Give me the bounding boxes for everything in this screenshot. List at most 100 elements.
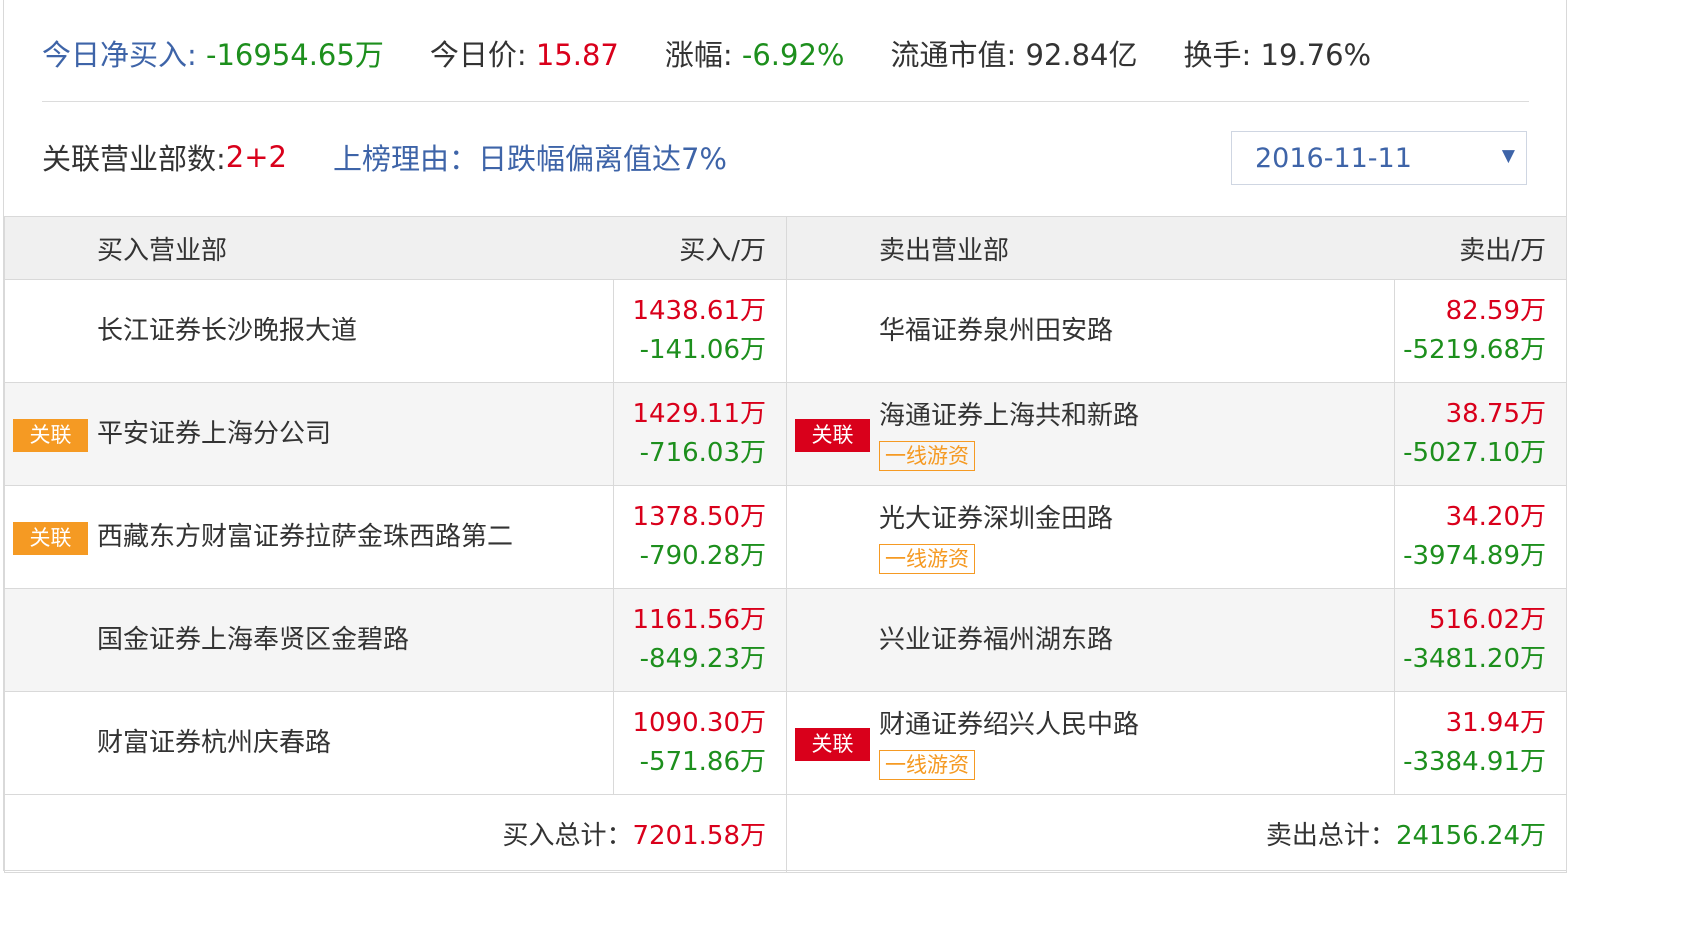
sell-amount-cell: 516.02万 -3481.20万 xyxy=(1394,588,1567,692)
buy-branch-cell: 国金证券上海奉贤区金碧路 xyxy=(4,588,614,692)
stats-bar: 今日净买入: -16954.65万 今日价: 15.87 涨幅: -6.92% … xyxy=(42,30,1417,76)
buy-total: 买入总计：7201.58万 xyxy=(4,794,787,873)
meta-bar: 关联营业部数: 2+2 上榜理由：日跌幅偏离值达7% xyxy=(42,134,727,180)
buy-total-label: 买入总计： xyxy=(502,821,633,851)
sell-out-value: -5219.68万 xyxy=(1403,335,1546,365)
buy-total-value: 7201.58万 xyxy=(632,821,766,851)
sell-branch-header: 卖出营业部 xyxy=(786,216,1395,280)
sell-branch-cell: 兴业证券福州湖东路 xyxy=(786,588,1395,692)
buy-branch-name[interactable]: 国金证券上海奉贤区金碧路 xyxy=(97,621,613,659)
table-row: 国金证券上海奉贤区金碧路 1161.56万 -849.23万 兴业证券福州湖东路 516… xyxy=(4,588,1567,692)
net-buy-stat: 今日净买入: -16954.65万 xyxy=(42,32,384,74)
chevron-down-icon: ▼ xyxy=(1501,146,1515,166)
buy-branch-cell: 财富证券杭州庆春路 xyxy=(4,691,614,795)
sell-out-value: -3384.91万 xyxy=(1403,747,1546,777)
branches-value: 2+2 xyxy=(225,140,287,174)
sell-in-value: 82.59万 xyxy=(1445,296,1546,326)
hot-money-tag: 一线游资 xyxy=(879,544,975,574)
hot-money-tag: 一线游资 xyxy=(879,750,975,780)
market-cap-label: 流通市值: xyxy=(890,38,1026,72)
table-row: 长江证券长沙晚报大道 1438.61万 -141.06万 华福证券泉州田安路 82.59… xyxy=(4,279,1567,383)
buy-out-value: -849.23万 xyxy=(639,644,766,674)
related-badge: 关联 xyxy=(795,728,870,761)
buy-in-value: 1378.50万 xyxy=(632,502,766,532)
sell-amount-header: 卖出/万 xyxy=(1394,216,1567,280)
sell-in-value: 516.02万 xyxy=(1429,605,1546,635)
buy-amount-cell: 1378.50万 -790.28万 xyxy=(613,485,787,589)
change-stat: 涨幅: -6.92% xyxy=(665,32,845,74)
net-buy-value: -16954.65万 xyxy=(206,38,384,72)
sell-out-value: -5027.10万 xyxy=(1403,438,1546,468)
header-divider xyxy=(42,101,1529,102)
buy-branch-name[interactable]: 长江证券长沙晚报大道 xyxy=(97,312,613,350)
price-label: 今日价: xyxy=(429,38,536,72)
buy-branch-name[interactable]: 财富证券杭州庆春路 xyxy=(97,724,613,762)
table-header-row: 买入营业部 买入/万 卖出营业部 卖出/万 xyxy=(4,216,1567,280)
sell-branch-name[interactable]: 华福证券泉州田安路 xyxy=(879,312,1394,350)
dragon-tiger-panel: 今日净买入: -16954.65万 今日价: 15.87 涨幅: -6.92% … xyxy=(3,0,1567,873)
buy-out-value: -790.28万 xyxy=(639,541,766,571)
sell-amount-cell: 34.20万 -3974.89万 xyxy=(1394,485,1567,589)
buy-amount-cell: 1429.11万 -716.03万 xyxy=(613,382,787,486)
buy-amount-cell: 1090.30万 -571.86万 xyxy=(613,691,787,795)
turnover-label: 换手: xyxy=(1183,38,1261,72)
buy-amount-header: 买入/万 xyxy=(613,216,787,280)
sell-branch-cell: 光大证券深圳金田路一线游资 xyxy=(786,485,1395,589)
buy-branch-cell: 关联 西藏东方财富证券拉萨金珠西路第二 xyxy=(4,485,614,589)
buy-out-value: -141.06万 xyxy=(639,335,766,365)
sell-branch-name[interactable]: 财通证券绍兴人民中路 xyxy=(879,706,1394,744)
buy-out-value: -571.86万 xyxy=(639,747,766,777)
related-badge: 关联 xyxy=(13,522,88,555)
sell-out-value: -3481.20万 xyxy=(1403,644,1546,674)
table-row: 关联 西藏东方财富证券拉萨金珠西路第二 1378.50万 -790.28万 光大证券深圳… xyxy=(4,485,1567,589)
sell-branch-cell: 关联 海通证券上海共和新路一线游资 xyxy=(786,382,1395,486)
trading-table: 买入营业部 买入/万 卖出营业部 卖出/万 长江证券长沙晚报大道 1438.61万… xyxy=(4,216,1567,873)
sell-branch-name[interactable]: 海通证券上海共和新路 xyxy=(879,397,1394,435)
sell-total-value: 24156.24万 xyxy=(1395,821,1546,851)
hot-money-tag: 一线游资 xyxy=(879,441,975,471)
date-dropdown-value: 2016-11-11 xyxy=(1255,142,1412,174)
net-buy-label: 今日净买入: xyxy=(42,38,206,72)
price-stat: 今日价: 15.87 xyxy=(430,32,619,74)
buy-amount-cell: 1438.61万 -141.06万 xyxy=(613,279,787,383)
sell-amount-cell: 38.75万 -5027.10万 xyxy=(1394,382,1567,486)
related-badge: 关联 xyxy=(13,419,88,452)
buy-in-value: 1429.11万 xyxy=(632,399,766,429)
related-badge: 关联 xyxy=(795,419,870,452)
buy-branch-cell: 关联 平安证券上海分公司 xyxy=(4,382,614,486)
market-cap-stat: 流通市值: 92.84亿 xyxy=(890,32,1137,74)
totals-row: 买入总计：7201.58万 卖出总计：24156.24万 xyxy=(4,794,1567,873)
sell-branch-name[interactable]: 光大证券深圳金田路 xyxy=(879,500,1394,538)
buy-amount-cell: 1161.56万 -849.23万 xyxy=(613,588,787,692)
table-row: 关联 平安证券上海分公司 1429.11万 -716.03万 关联 海通证券上海共和新路一… xyxy=(4,382,1567,486)
sell-total-label: 卖出总计： xyxy=(1265,821,1396,851)
buy-branch-cell: 长江证券长沙晚报大道 xyxy=(4,279,614,383)
buy-in-value: 1438.61万 xyxy=(632,296,766,326)
sell-branch-cell: 华福证券泉州田安路 xyxy=(786,279,1395,383)
table-row: 财富证券杭州庆春路 1090.30万 -571.86万 关联 财通证券绍兴人民中路一线游… xyxy=(4,691,1567,795)
sell-amount-cell: 31.94万 -3384.91万 xyxy=(1394,691,1567,795)
sell-branch-name[interactable]: 兴业证券福州湖东路 xyxy=(879,621,1394,659)
turnover-stat: 换手: 19.76% xyxy=(1184,32,1372,74)
change-value: -6.92% xyxy=(741,38,845,72)
buy-branch-header: 买入营业部 xyxy=(4,216,614,280)
sell-amount-cell: 82.59万 -5219.68万 xyxy=(1394,279,1567,383)
market-cap-value: 92.84亿 xyxy=(1025,38,1138,72)
listing-reason: 上榜理由：日跌幅偏离值达7% xyxy=(332,142,727,176)
branches-label: 关联营业部数: xyxy=(42,142,226,176)
price-value: 15.87 xyxy=(535,38,619,72)
sell-in-value: 31.94万 xyxy=(1445,708,1546,738)
buy-in-value: 1161.56万 xyxy=(632,605,766,635)
buy-in-value: 1090.30万 xyxy=(632,708,766,738)
buy-out-value: -716.03万 xyxy=(639,438,766,468)
sell-in-value: 38.75万 xyxy=(1445,399,1546,429)
buy-branch-name[interactable]: 平安证券上海分公司 xyxy=(97,415,613,453)
sell-in-value: 34.20万 xyxy=(1445,502,1546,532)
sell-total: 卖出总计：24156.24万 xyxy=(786,794,1567,873)
buy-branch-name[interactable]: 西藏东方财富证券拉萨金珠西路第二 xyxy=(97,518,613,556)
date-dropdown[interactable]: 2016-11-11 ▼ xyxy=(1231,131,1527,185)
sell-out-value: -3974.89万 xyxy=(1403,541,1546,571)
turnover-value: 19.76% xyxy=(1260,38,1372,72)
sell-branch-cell: 关联 财通证券绍兴人民中路一线游资 xyxy=(786,691,1395,795)
change-label: 涨幅: xyxy=(664,38,742,72)
